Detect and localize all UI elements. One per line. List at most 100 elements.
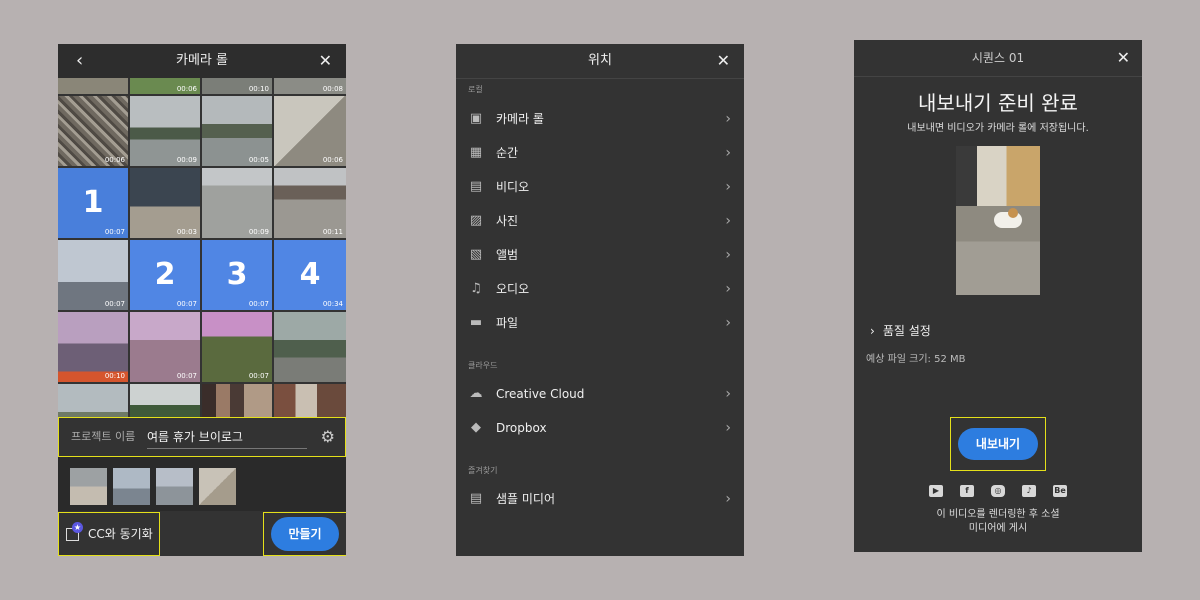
chevron-right-icon: › [725,281,731,297]
export-button[interactable]: 내보내기 [958,428,1038,460]
media-thumbnail[interactable]: 00:07 [58,240,128,310]
album-icon: ▧ [469,247,483,262]
media-thumbnail[interactable]: 00:05 [202,96,272,166]
media-thumbnail[interactable]: 00:10 [58,312,128,382]
close-icon[interactable]: ✕ [1117,40,1130,76]
location-item-moments[interactable]: ▦ 순간 › [456,136,744,170]
image-icon: ▨ [469,213,483,228]
sequence-title: 시퀀스 01 [971,51,1025,65]
chevron-right-icon: › [725,213,731,229]
media-thumbnail[interactable]: 00:06 [58,96,128,166]
media-thumbnail[interactable]: 1 00:07 [58,168,128,238]
social-post-text: 이 비디오를 렌더링한 후 소셜 미디어에 게시 [854,508,1142,536]
tiktok-icon[interactable]: ♪ [1022,485,1036,497]
location-title: 위치 [588,53,612,68]
duration-label: 00:08 [322,85,343,93]
media-thumbnail[interactable]: 00:09 [202,168,272,238]
location-item-label: Dropbox [496,421,547,435]
chevron-right-icon: › [725,315,731,331]
media-thumbnail[interactable]: 4 00:34 [274,240,346,310]
estimated-file-size: 예상 파일 크기: 52 MB [866,354,966,365]
project-name-label: 프로젝트 이름 [71,430,136,443]
location-item-label: 샘플 미디어 [496,492,556,506]
selected-clip-thumbnail[interactable] [70,468,107,505]
video-preview [956,146,1040,295]
location-item-label: Creative Cloud [496,387,585,401]
film-icon: ▤ [469,179,483,194]
media-thumbnail[interactable]: 00:11 [274,168,346,238]
duration-label: 00:10 [248,85,269,93]
chevron-right-icon: › [725,491,731,507]
instagram-icon[interactable]: ◎ [991,485,1005,497]
duration-label: 00:07 [176,372,197,380]
location-item-video[interactable]: ▤ 비디오 › [456,170,744,204]
media-thumbnail[interactable]: 00:06 [274,96,346,166]
selected-clip-thumbnail[interactable] [156,468,193,505]
chevron-right-icon: › [725,179,731,195]
film-icon: ▤ [469,491,483,506]
youtube-icon[interactable]: ▶ [929,485,943,497]
folder-icon: ▬ [469,315,483,330]
location-item-creative-cloud[interactable]: ☁ Creative Cloud › [456,377,744,411]
facebook-icon[interactable]: f [960,485,974,497]
quality-settings-toggle[interactable]: › 품질 설정 [870,322,931,339]
location-item-photos[interactable]: ▨ 사진 › [456,204,744,238]
local-section-header: 로컬 [468,85,483,94]
chevron-right-icon: › [870,324,875,338]
close-icon[interactable]: ✕ [717,44,730,78]
location-item-audio[interactable]: ♫ 오디오 › [456,272,744,306]
chevron-right-icon: › [725,111,731,127]
media-thumbnail[interactable]: 00:03 [130,168,200,238]
duration-label: 00:07 [248,300,269,308]
selected-clip-thumbnail[interactable] [113,468,150,505]
calendar-icon: ▦ [469,145,483,160]
location-header: 위치 ✕ [456,44,744,79]
music-icon: ♫ [470,281,482,296]
media-thumbnail[interactable] [274,312,346,382]
location-item-label: 파일 [496,316,519,330]
location-item-label: 오디오 [496,282,530,296]
selected-clip-thumbnail[interactable] [199,468,236,505]
camera-roll-header: ‹ 카메라 롤 ✕ [58,44,346,78]
location-item-label: 사진 [496,214,519,228]
location-item-albums[interactable]: ▧ 앨범 › [456,238,744,272]
media-thumbnail[interactable] [274,384,346,417]
social-post-line: 미디어에 게시 [968,523,1028,534]
media-thumbnail[interactable] [58,384,128,417]
favorites-section-header: 즐겨찾기 [468,466,498,475]
location-item-files[interactable]: ▬ 파일 › [456,306,744,340]
sync-cc-checkbox[interactable]: ★ CC와 동기화 [58,512,160,556]
location-item-sample-media[interactable]: ▤ 샘플 미디어 › [456,482,744,516]
gear-icon[interactable]: ⚙ [321,418,335,456]
location-item-dropbox[interactable]: ◆ Dropbox › [456,411,744,445]
social-post-line: 이 비디오를 렌더링한 후 소셜 [936,509,1060,520]
export-button-highlight: 내보내기 [950,417,1046,471]
sync-cc-label: CC와 동기화 [88,527,153,541]
quality-settings-label: 품질 설정 [882,324,931,338]
camera-roll-icon: ▣ [469,111,483,126]
media-thumbnail[interactable]: 00:09 [130,96,200,166]
media-thumbnail[interactable]: 2 00:07 [130,240,200,310]
media-thumbnail[interactable]: 00:07 [130,312,200,382]
media-thumbnail[interactable]: 3 00:07 [202,240,272,310]
media-thumbnail[interactable]: 00:07 [202,312,272,382]
top-strip: 00:06 00:10 00:08 [58,78,346,94]
duration-label: 00:05 [248,156,269,164]
export-ready-heading: 내보내기 준비 완료 [918,91,1078,115]
behance-icon[interactable]: Be [1053,485,1067,497]
close-icon[interactable]: ✕ [319,44,332,78]
duration-label: 00:11 [322,228,343,236]
duration-label: 00:07 [248,372,269,380]
create-button-highlight: 만들기 [263,512,346,556]
location-item-camera-roll[interactable]: ▣ 카메라 롤 › [456,102,744,136]
media-thumbnail[interactable] [130,384,200,417]
duration-label: 00:09 [176,156,197,164]
media-thumbnail[interactable] [202,384,272,417]
camera-roll-title: 카메라 롤 [176,53,228,68]
cloud-section-header: 클라우드 [468,361,498,370]
location-panel: 위치 ✕ 로컬 ▣ 카메라 롤 › ▦ 순간 › ▤ 비디오 › ▨ 사진 › … [456,44,744,556]
duration-label: 00:34 [322,300,343,308]
create-button[interactable]: 만들기 [271,517,339,551]
duration-label: 00:06 [176,85,197,93]
project-name-input[interactable]: 여름 휴가 브이로그 [147,426,307,449]
